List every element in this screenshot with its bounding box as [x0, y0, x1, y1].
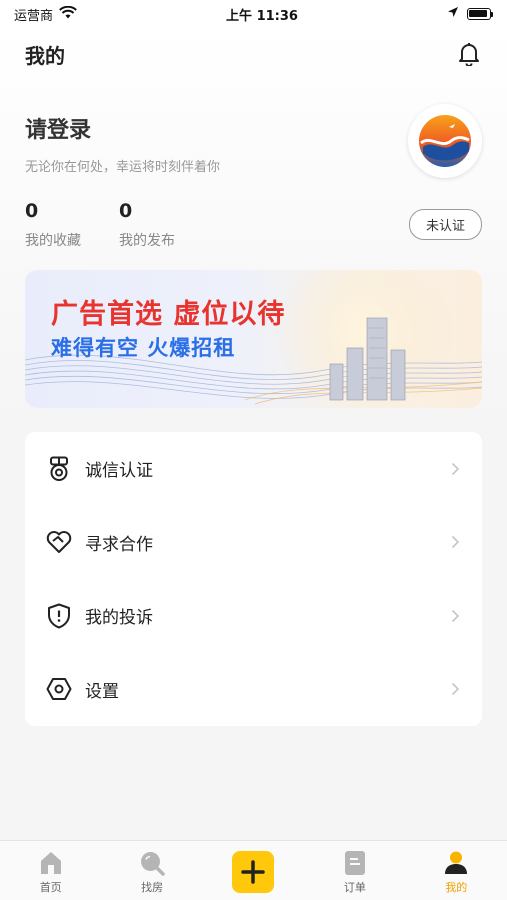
favorites-label: 我的收藏	[25, 233, 81, 249]
home-icon	[37, 849, 65, 877]
user-icon	[442, 849, 470, 877]
tab-home[interactable]: 首页	[11, 849, 91, 895]
clock: 上午 11:36	[226, 8, 298, 24]
menu-list: 诚信认证 寻求合作 我的投诉 设置	[25, 432, 482, 726]
hexagon-settings-icon	[45, 675, 73, 703]
favorites-stat[interactable]: 0 我的收藏	[25, 200, 81, 250]
menu-item-integrity-cert[interactable]: 诚信认证	[25, 432, 482, 506]
tab-publish[interactable]	[213, 849, 293, 893]
profile-section: 请登录 无论你在何处，幸运将时刻伴着你	[25, 104, 482, 178]
tab-label: 订单	[343, 881, 366, 894]
avatar[interactable]	[408, 104, 482, 178]
chevron-right-icon	[448, 462, 462, 476]
chevron-right-icon	[448, 535, 462, 549]
tab-bar: 首页 找房 订单 我的	[0, 840, 507, 900]
battery-icon	[467, 8, 493, 20]
shield-alert-icon	[45, 602, 73, 630]
posts-count: 0	[119, 200, 133, 222]
chevron-right-icon	[448, 682, 462, 696]
login-prompt[interactable]: 请登录	[25, 112, 220, 144]
tab-label: 找房	[141, 881, 164, 894]
bell-icon[interactable]	[456, 41, 482, 67]
banner-subline: 难得有空 火爆招租	[51, 336, 236, 360]
banner-headline: 广告首选 虚位以待	[51, 299, 286, 330]
slogan: 无论你在何处，幸运将时刻伴着你	[25, 160, 221, 175]
order-icon	[341, 849, 369, 877]
menu-item-settings[interactable]: 设置	[25, 653, 482, 727]
logo-icon	[419, 115, 471, 167]
carrier-label: 运营商	[14, 8, 54, 24]
menu-item-complaints[interactable]: 我的投诉	[25, 579, 482, 653]
tab-orders[interactable]: 订单	[315, 849, 395, 895]
menu-label: 设置	[85, 681, 119, 702]
tab-label: 我的	[445, 881, 468, 894]
medal-icon	[45, 455, 73, 483]
handshake-heart-icon	[45, 528, 73, 556]
tab-find-house[interactable]: 找房	[112, 849, 192, 895]
verify-status-button[interactable]: 未认证	[408, 209, 482, 240]
page-title: 我的	[25, 43, 65, 68]
menu-label: 我的投诉	[85, 608, 153, 629]
status-bar: 运营商 上午 11:36	[0, 0, 507, 28]
location-arrow-icon	[447, 6, 459, 22]
search-icon	[138, 849, 166, 877]
favorites-count: 0	[25, 200, 39, 222]
wifi-icon	[59, 5, 77, 23]
menu-item-cooperation[interactable]: 寻求合作	[25, 506, 482, 580]
chevron-right-icon	[448, 609, 462, 623]
tab-mine[interactable]: 我的	[416, 849, 496, 895]
nav-bar: 我的	[25, 28, 482, 80]
posts-stat[interactable]: 0 我的发布	[119, 200, 175, 250]
menu-label: 寻求合作	[85, 534, 153, 555]
ad-banner[interactable]: 广告首选 虚位以待 难得有空 火爆招租	[25, 270, 482, 408]
tab-label: 首页	[39, 881, 62, 894]
posts-label: 我的发布	[119, 233, 175, 249]
plus-icon	[232, 851, 275, 893]
menu-label: 诚信认证	[85, 461, 153, 482]
